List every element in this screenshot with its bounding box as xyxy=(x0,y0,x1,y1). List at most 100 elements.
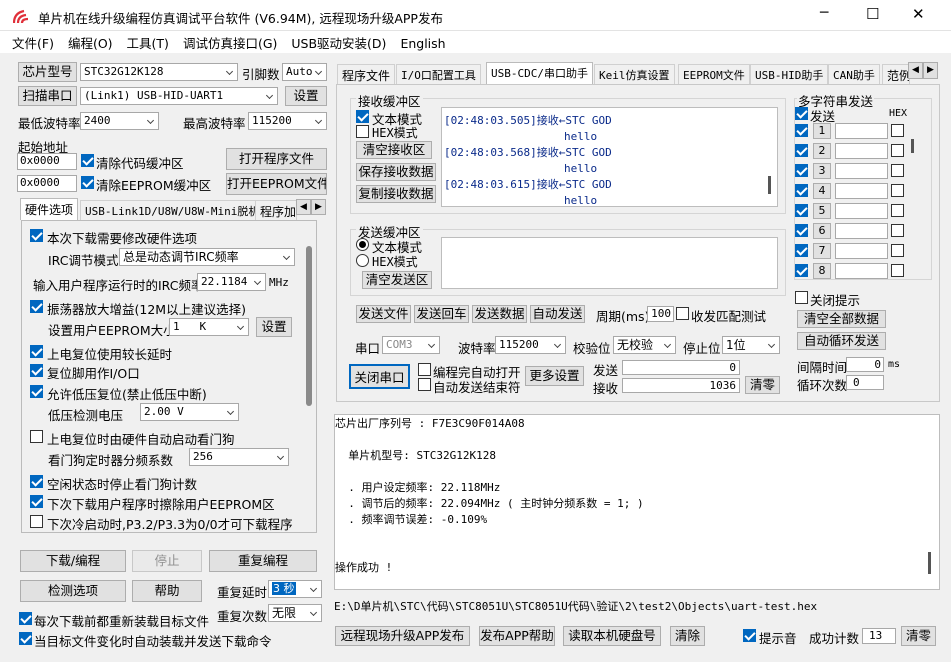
auto-end-checkbox[interactable] xyxy=(418,378,431,391)
eeprom-address-input[interactable]: 0x0000 xyxy=(17,175,77,192)
multi-row-send-button[interactable]: 6 xyxy=(813,223,831,239)
menu-file[interactable]: 文件(F) xyxy=(0,31,61,52)
serial-port-select[interactable]: COM3 xyxy=(382,336,440,354)
port-select[interactable]: (Link1) USB-HID-UART1 xyxy=(80,87,278,105)
chip-model-select[interactable]: STC32G12K128 xyxy=(80,63,238,81)
multi-row-hex-checkbox[interactable] xyxy=(891,224,904,237)
tab-program-file[interactable]: 程序文件 xyxy=(337,64,396,84)
multi-row-hex-checkbox[interactable] xyxy=(891,124,904,137)
check-options-button[interactable]: 检测选项 xyxy=(20,580,126,602)
tab-eeprom-file[interactable]: EEPROM文件 xyxy=(678,64,750,84)
multi-row-hex-checkbox[interactable] xyxy=(891,264,904,277)
tab-examples[interactable]: 范例 xyxy=(882,64,910,84)
publish-app-button[interactable]: 远程现场升级APP发布 xyxy=(335,626,470,646)
tab-usb-cdc-serial[interactable]: USB-CDC/串口助手 xyxy=(486,62,593,84)
wdt-prescale-select[interactable]: 256 xyxy=(189,448,289,466)
beep-checkbox[interactable] xyxy=(743,629,756,642)
multi-row-hex-checkbox[interactable] xyxy=(891,144,904,157)
recv-hex-mode-checkbox[interactable] xyxy=(356,125,369,138)
multi-row-send-button[interactable]: 1 xyxy=(813,123,831,139)
output-log[interactable]: 芯片出厂序列号 : F7E3C90F014A08 单片机型号: STC32G12… xyxy=(334,414,940,590)
multi-row-send-checkbox[interactable] xyxy=(795,144,808,157)
multi-row-input[interactable] xyxy=(835,143,888,159)
port-settings-button[interactable]: 设置 xyxy=(285,86,327,106)
scan-port-button[interactable]: 扫描串口 xyxy=(18,86,77,106)
receive-scrollbar[interactable] xyxy=(768,176,771,194)
minimize-button[interactable]: ─ xyxy=(820,5,828,21)
download-program-button[interactable]: 下载/编程 xyxy=(20,550,126,572)
multi-row-send-button[interactable]: 3 xyxy=(813,163,831,179)
send-return-button[interactable]: 发送回车 xyxy=(414,305,469,323)
repeat-delay-select[interactable]: 3 秒 xyxy=(268,580,322,598)
match-test-checkbox[interactable] xyxy=(676,307,689,320)
hw-opt7-checkbox[interactable] xyxy=(30,475,43,488)
tab-io-config[interactable]: I/O口配置工具 xyxy=(396,64,481,84)
tab-hardware-options[interactable]: 硬件选项 xyxy=(20,198,79,220)
eeprom-size-select[interactable]: 1 K xyxy=(169,318,249,336)
irc-freq-select[interactable]: 22.1184 xyxy=(197,273,266,291)
tab-usb-hid[interactable]: USB-HID助手 xyxy=(750,64,829,84)
clear-send-button[interactable]: 清空发送区 xyxy=(362,271,432,289)
log-scrollbar[interactable] xyxy=(928,552,931,574)
multi-row-send-checkbox[interactable] xyxy=(795,164,808,177)
send-file-button[interactable]: 发送文件 xyxy=(356,305,411,323)
multi-row-send-checkbox[interactable] xyxy=(795,264,808,277)
period-input[interactable]: 100 xyxy=(647,306,674,322)
multi-row-hex-checkbox[interactable] xyxy=(891,184,904,197)
menu-usb-driver[interactable]: USB驱动安装(D) xyxy=(284,31,393,52)
low-voltage-select[interactable]: 2.00 V xyxy=(140,403,239,421)
close-button[interactable]: ✕ xyxy=(912,5,925,23)
multi-row-input[interactable] xyxy=(835,163,888,179)
tab-keil-sim[interactable]: Keil仿真设置 xyxy=(594,64,675,84)
eeprom-size-set-button[interactable]: 设置 xyxy=(256,317,292,337)
parity-select[interactable]: 无校验 xyxy=(613,336,676,354)
clear-all-data-button[interactable]: 清空全部数据 xyxy=(797,310,886,328)
receive-area[interactable]: [02:48:03.505]接收←STC GOD hello [02:48:03… xyxy=(441,107,778,207)
hw-opt8-checkbox[interactable] xyxy=(30,495,43,508)
multi-row-send-button[interactable]: 4 xyxy=(813,183,831,199)
tabs-scroll-left-icon[interactable]: ◀ xyxy=(908,62,923,79)
more-settings-button[interactable]: 更多设置 xyxy=(525,366,584,386)
max-baud-select[interactable]: 115200 xyxy=(248,112,327,130)
clear-success-count-button[interactable]: 清零 xyxy=(901,626,936,646)
hw-opt5-checkbox[interactable] xyxy=(30,385,43,398)
chip-model-button[interactable]: 芯片型号 xyxy=(18,62,77,82)
menu-english[interactable]: English xyxy=(393,34,452,51)
multi-row-send-button[interactable]: 2 xyxy=(813,143,831,159)
reload-target-checkbox[interactable] xyxy=(19,612,32,625)
multi-row-hex-checkbox[interactable] xyxy=(891,244,904,257)
baud-select[interactable]: 115200 xyxy=(495,336,566,354)
loop-count-input[interactable]: 0 xyxy=(846,375,884,390)
send-text-mode-radio[interactable] xyxy=(356,238,369,251)
close-tip-checkbox[interactable] xyxy=(795,291,808,304)
publish-app-help-button[interactable]: 发布APP帮助 xyxy=(479,626,555,646)
close-serial-button[interactable]: 关闭串口 xyxy=(349,364,410,389)
help-button[interactable]: 帮助 xyxy=(132,580,202,602)
stop-bits-select[interactable]: 1位 xyxy=(722,336,780,354)
maximize-button[interactable]: ☐ xyxy=(866,5,879,23)
multi-row-send-checkbox[interactable] xyxy=(795,204,808,217)
copy-receive-button[interactable]: 复制接收数据 xyxy=(356,185,436,203)
multi-row-input[interactable] xyxy=(835,243,888,259)
send-area[interactable] xyxy=(441,237,778,289)
multi-row-send-checkbox[interactable] xyxy=(795,184,808,197)
code-address-input[interactable]: 0x0000 xyxy=(17,153,77,170)
multi-row-send-button[interactable]: 8 xyxy=(813,263,831,279)
menu-debug[interactable]: 调试仿真接口(G) xyxy=(176,31,284,52)
repeat-program-button[interactable]: 重复编程 xyxy=(209,550,317,572)
tab-scroll-left-icon[interactable]: ◀ xyxy=(296,199,311,215)
multi-row-hex-checkbox[interactable] xyxy=(891,164,904,177)
clear-code-checkbox[interactable] xyxy=(81,154,94,167)
multi-scrollbar[interactable] xyxy=(911,139,914,153)
multi-row-input[interactable] xyxy=(835,223,888,239)
tab-can[interactable]: CAN助手 xyxy=(828,64,880,84)
send-data-button[interactable]: 发送数据 xyxy=(472,305,527,323)
auto-load-checkbox[interactable] xyxy=(19,632,32,645)
save-receive-button[interactable]: 保存接收数据 xyxy=(356,163,436,181)
hw-opt3-checkbox[interactable] xyxy=(30,345,43,358)
clear-counts-button[interactable]: 清零 xyxy=(745,376,780,394)
hw-opt1-checkbox[interactable] xyxy=(30,229,43,242)
recv-text-mode-checkbox[interactable] xyxy=(356,110,369,123)
clear-eeprom-checkbox[interactable] xyxy=(81,176,94,189)
tab-usb-link1d[interactable]: USB-Link1D/U8W/U8W-Mini脱机 xyxy=(80,200,265,220)
